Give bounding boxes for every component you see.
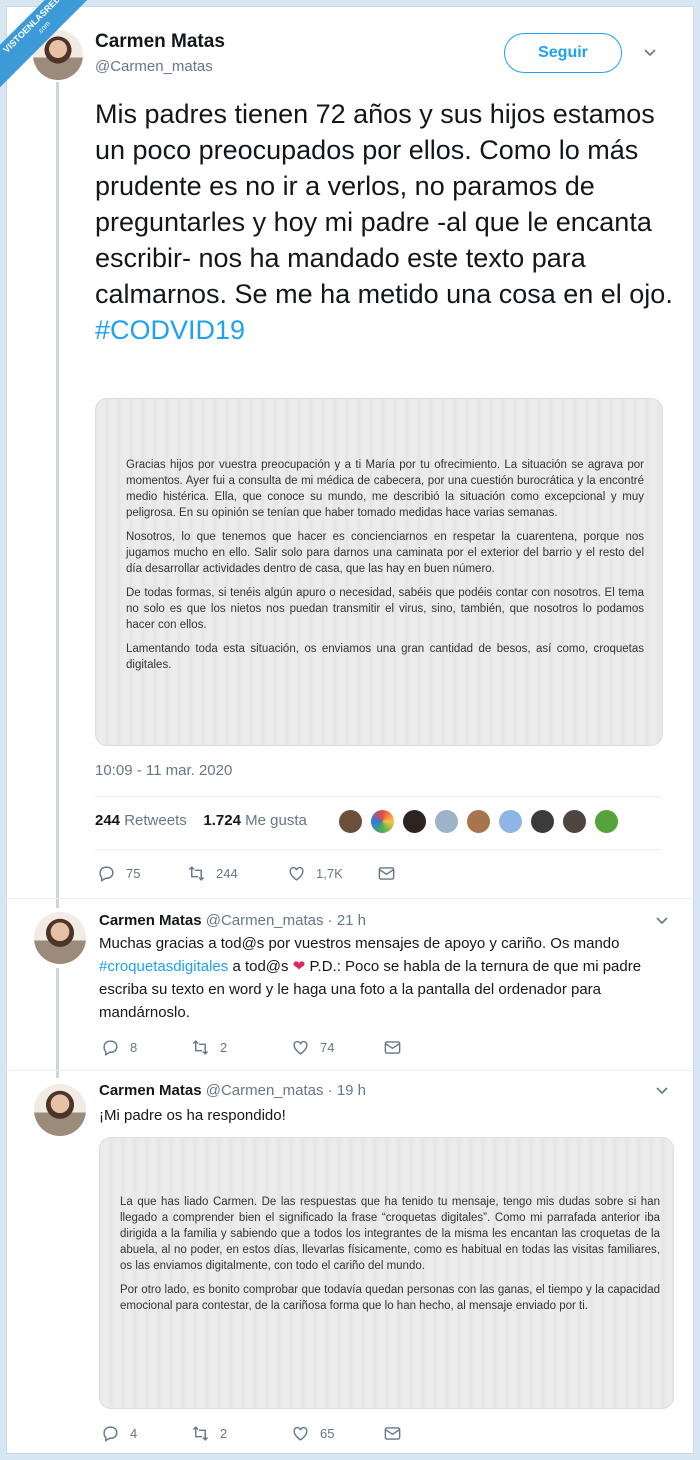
retweet-count: 244 — [216, 866, 238, 881]
liker-avatar[interactable] — [561, 808, 588, 835]
liker-avatar[interactable] — [593, 808, 620, 835]
reply-text: ¡Mi padre os ha respondido! — [99, 1107, 286, 1124]
author-handle[interactable]: @Carmen_matas — [206, 1082, 324, 1099]
divider — [95, 796, 661, 797]
author-name[interactable]: Carmen Matas — [99, 1082, 202, 1099]
reply-text-part: a tod@s — [232, 958, 289, 975]
chevron-down-icon[interactable] — [642, 44, 658, 63]
liker-avatar[interactable] — [433, 808, 460, 835]
photo-document-text: Gracias hijos por vuestra preocupación y… — [126, 457, 644, 681]
avatar[interactable] — [34, 912, 86, 964]
author-handle[interactable]: @Carmen_matas — [95, 58, 213, 75]
reply-actions: 8 2 74 — [101, 1038, 412, 1057]
tweet-actions: 75 244 1,7K — [97, 864, 406, 883]
retweet-icon — [188, 866, 205, 881]
liker-avatar[interactable] — [497, 808, 524, 835]
retweet-action[interactable]: 244 — [187, 864, 287, 883]
divider — [6, 1070, 694, 1071]
like-action[interactable]: 65 — [291, 1424, 383, 1443]
reply-action[interactable]: 75 — [97, 864, 187, 883]
avatar[interactable] — [34, 1084, 86, 1136]
photo-paragraph: La que has liado Carmen. De las respuest… — [120, 1196, 660, 1272]
divider — [6, 898, 694, 899]
retweets-count[interactable]: 244 — [95, 812, 120, 829]
likes-label[interactable]: Me gusta — [245, 812, 307, 829]
liker-avatar[interactable] — [337, 808, 364, 835]
like-count: 74 — [320, 1040, 335, 1055]
reply-time[interactable]: · 21 h — [328, 912, 366, 929]
like-count: 65 — [320, 1426, 335, 1441]
liker-avatar[interactable] — [369, 808, 396, 835]
tweet-photo[interactable]: Gracias hijos por vuestra preocupación y… — [95, 398, 663, 746]
liker-avatar[interactable] — [401, 808, 428, 835]
reply-icon — [103, 1426, 118, 1442]
retweet-count: 2 — [220, 1426, 228, 1441]
follow-button[interactable]: Seguir — [504, 33, 622, 73]
photo-paragraph: De todas formas, si tenéis algún apuro o… — [126, 587, 644, 631]
dm-action[interactable] — [383, 1424, 412, 1443]
envelope-icon — [378, 867, 395, 880]
chevron-down-icon[interactable] — [654, 912, 670, 931]
tweet-timestamp[interactable]: 10:09 - 11 mar. 2020 — [95, 762, 232, 779]
thread-line — [56, 82, 59, 908]
like-count: 1,7K — [316, 866, 343, 881]
photo-paragraph: Nosotros, lo que tenemos que hacer es co… — [126, 531, 644, 575]
hashtag-link[interactable]: #croquetasdigitales — [99, 958, 228, 975]
author-name[interactable]: Carmen Matas — [95, 31, 225, 53]
like-action[interactable]: 74 — [291, 1038, 383, 1057]
likes-count[interactable]: 1.724 — [203, 812, 241, 829]
heart-icon — [293, 1040, 308, 1055]
reply-actions: 4 2 65 — [101, 1424, 412, 1443]
reply-time[interactable]: · 19 h — [328, 1082, 366, 1099]
author-name[interactable]: Carmen Matas — [99, 912, 202, 929]
author-handle[interactable]: @Carmen_matas — [206, 912, 324, 929]
tweet-body: Mis padres tienen 72 años y sus hijos es… — [95, 99, 673, 309]
photo-document-text: La que has liado Carmen. De las respuest… — [120, 1194, 660, 1322]
reply-header: Carmen Matas @Carmen_matas · 21 h — [99, 912, 366, 929]
envelope-icon — [384, 1041, 401, 1054]
reply-text-part: Muchas gracias a tod@s por vuestros mens… — [99, 935, 620, 952]
retweet-icon — [192, 1040, 209, 1055]
divider — [95, 849, 661, 850]
liker-avatar[interactable] — [465, 808, 492, 835]
reply-text: Muchas gracias a tod@s por vuestros mens… — [99, 932, 664, 1024]
reply-header: Carmen Matas @Carmen_matas · 19 h — [99, 1082, 366, 1099]
chevron-down-icon[interactable] — [654, 1082, 670, 1101]
reply-count: 8 — [130, 1040, 138, 1055]
photo-paragraph: Por otro lado, es bonito comprobar que t… — [120, 1284, 660, 1312]
thread-line — [56, 968, 59, 1078]
dm-action[interactable] — [377, 864, 406, 883]
tweet-text: Mis padres tienen 72 años y sus hijos es… — [95, 96, 675, 348]
heart-icon — [293, 1426, 308, 1441]
reply-count: 75 — [126, 866, 141, 881]
heart-icon — [289, 866, 304, 881]
hashtag-link[interactable]: #CODVID19 — [95, 315, 245, 345]
reply-action[interactable]: 4 — [101, 1424, 191, 1443]
reply-photo[interactable]: La que has liado Carmen. De las respuest… — [99, 1137, 674, 1409]
photo-paragraph: Gracias hijos por vuestra preocupación y… — [126, 459, 644, 519]
like-action[interactable]: 1,7K — [287, 864, 377, 883]
retweets-label[interactable]: Retweets — [124, 812, 187, 829]
heart-emoji: ❤ — [292, 958, 306, 975]
photo-paragraph: Lamentando toda esta situación, os envia… — [126, 643, 644, 671]
reply-icon — [99, 866, 114, 882]
dm-action[interactable] — [383, 1038, 412, 1057]
retweet-action[interactable]: 2 — [191, 1038, 291, 1057]
retweet-icon — [192, 1426, 209, 1441]
retweet-count: 2 — [220, 1040, 228, 1055]
envelope-icon — [384, 1427, 401, 1440]
reply-icon — [103, 1040, 118, 1056]
reply-count: 4 — [130, 1426, 138, 1441]
tweet-stats: 244 Retweets 1.724 Me gusta — [95, 812, 307, 829]
retweet-action[interactable]: 2 — [191, 1424, 291, 1443]
reply-action[interactable]: 8 — [101, 1038, 191, 1057]
liker-avatar[interactable] — [529, 808, 556, 835]
